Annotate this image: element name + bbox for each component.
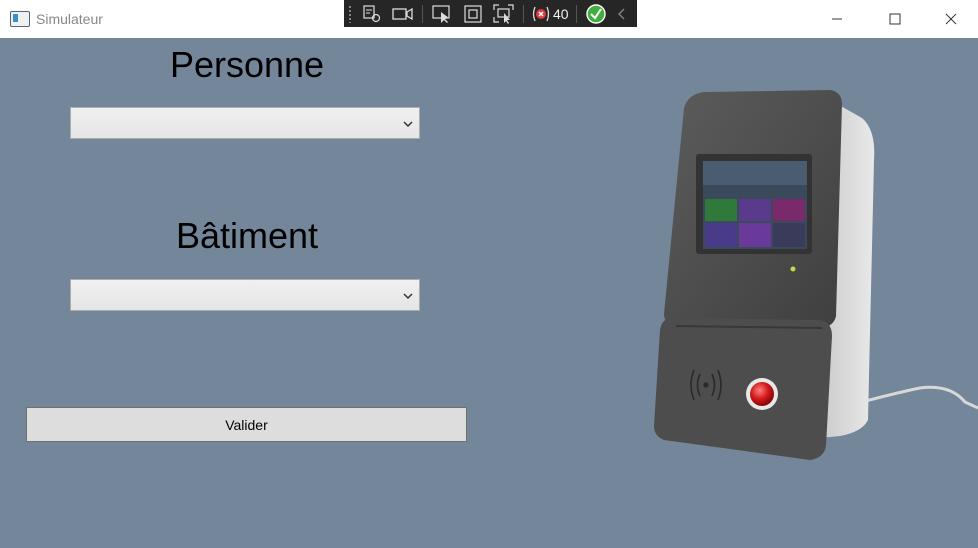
badge-reader-device	[654, 90, 978, 460]
